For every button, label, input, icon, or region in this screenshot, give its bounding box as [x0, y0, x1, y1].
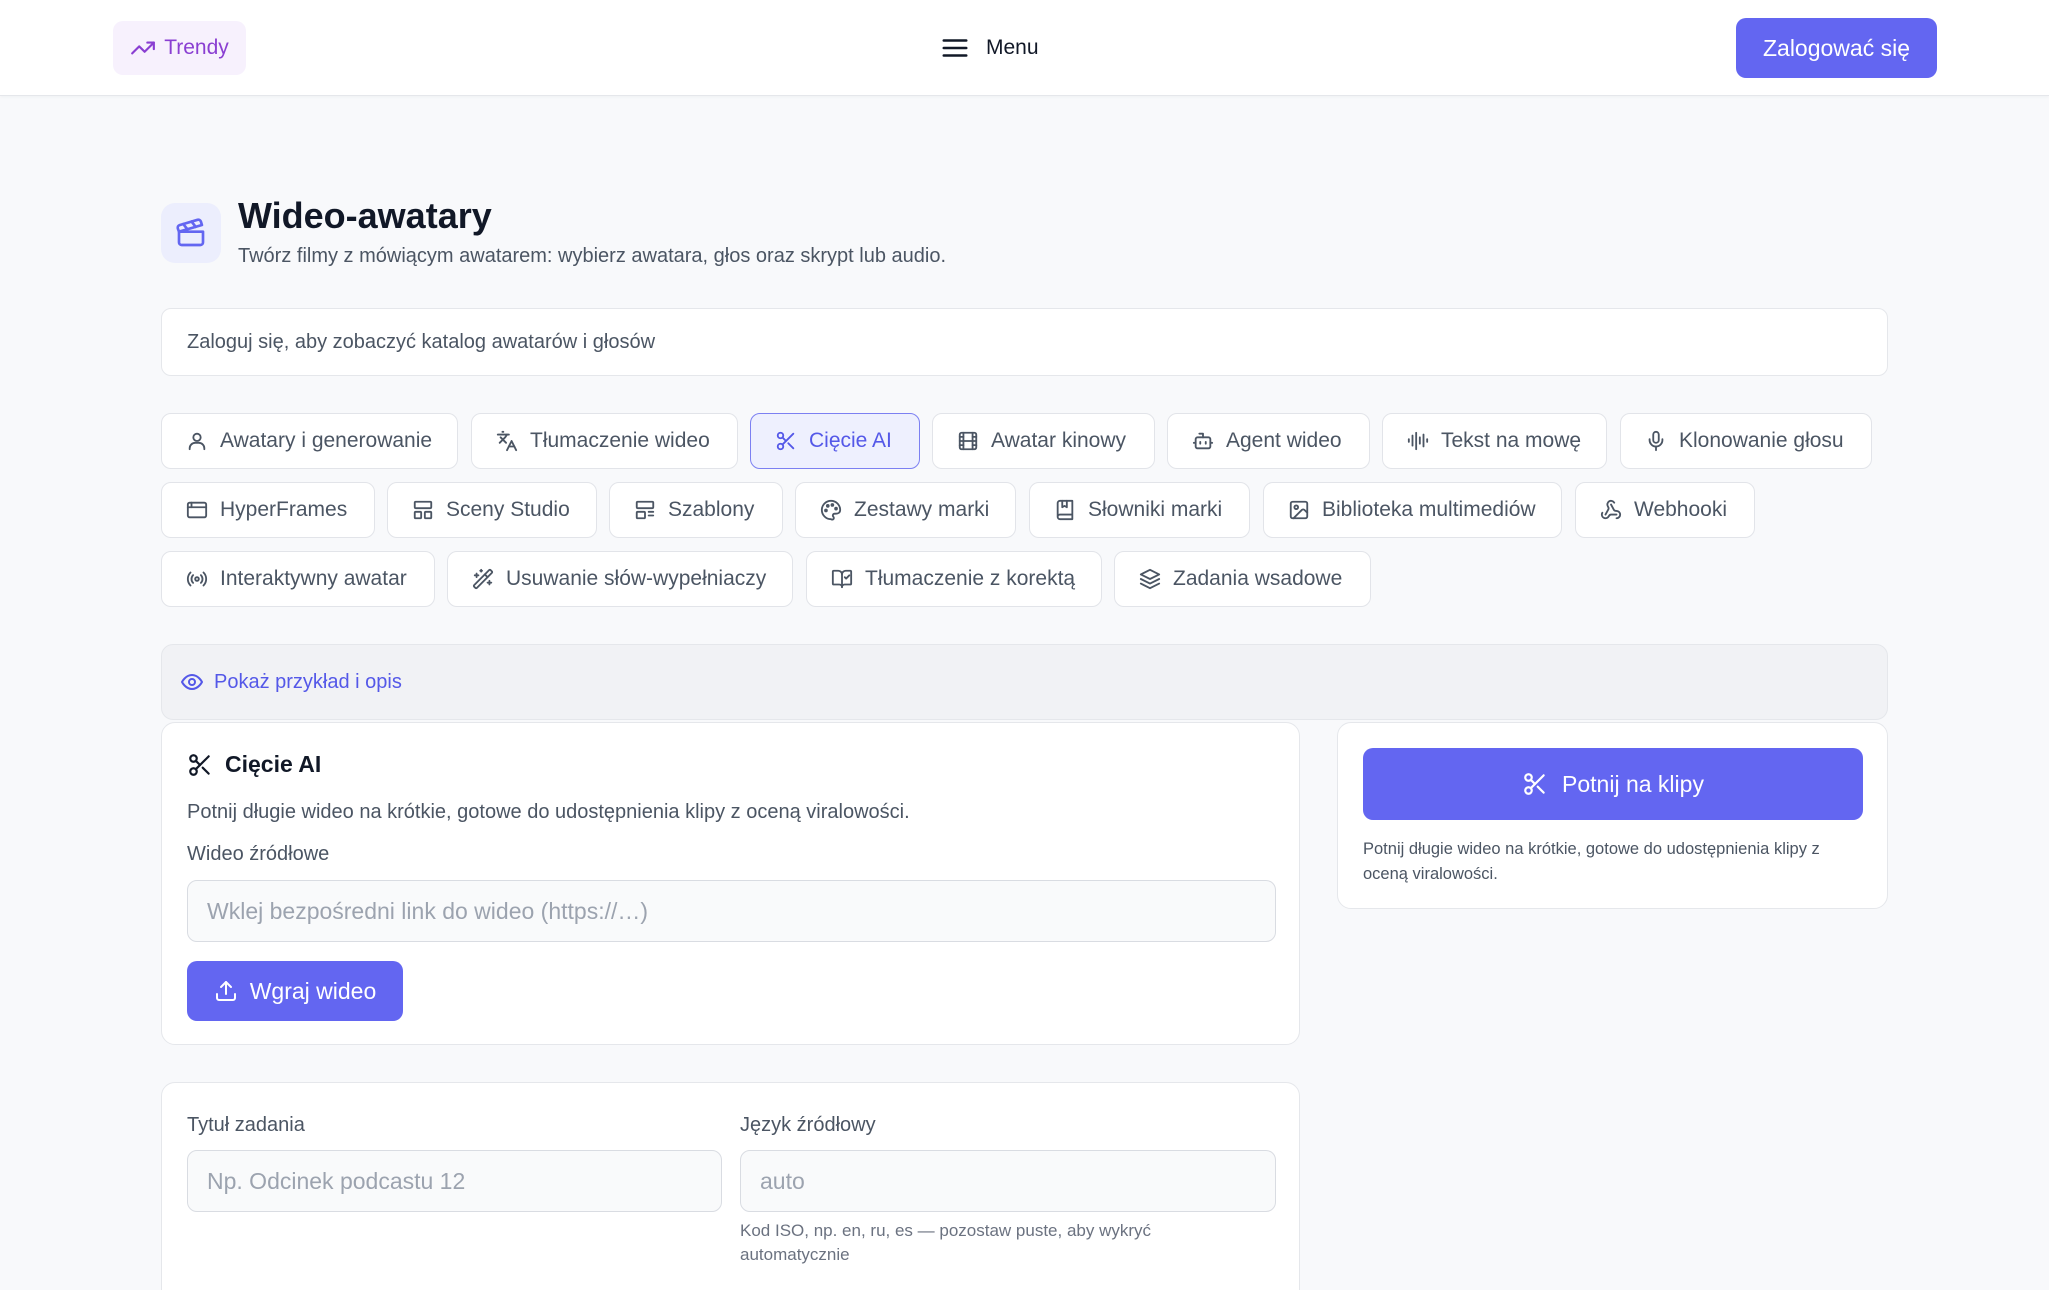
page-title: Wideo-awatary: [238, 195, 492, 236]
upload-video-button[interactable]: Wgraj wideo: [187, 961, 403, 1021]
tab-video-agent[interactable]: Agent wideo: [1167, 413, 1370, 469]
template-icon: [634, 499, 656, 521]
job-title-input[interactable]: [187, 1150, 722, 1212]
tab-label: Sceny Studio: [446, 498, 570, 521]
tab-label: Awatary i generowanie: [220, 429, 433, 452]
action-card: Potnij na klipy Potnij długie wideo na k…: [1337, 722, 1888, 909]
source-video-label: Wideo źródłowe: [187, 843, 330, 865]
tab-label: Zadania wsadowe: [1173, 567, 1343, 590]
tab-label: Agent wideo: [1226, 429, 1342, 452]
cut-into-clips-label: Potnij na klipy: [1562, 770, 1704, 797]
tab-templates[interactable]: Szablony: [609, 482, 783, 538]
microphone-icon: [1645, 430, 1667, 452]
source-language-label: Język źródłowy: [740, 1114, 876, 1136]
broadcast-icon: [186, 568, 208, 590]
tab-text-to-speech[interactable]: Tekst na mowę: [1382, 413, 1607, 469]
tab-media-library[interactable]: Biblioteka multimediów: [1263, 482, 1562, 538]
browser-window-icon: [186, 499, 208, 521]
bot-icon: [1192, 430, 1214, 452]
tab-filler-word-removal[interactable]: Usuwanie słów-wypełniaczy: [447, 551, 793, 607]
tab-translation-with-review[interactable]: Tłumaczenie z korektą: [806, 551, 1102, 607]
tab-label: Tłumaczenie z korektą: [865, 567, 1076, 590]
tab-cinematic-avatar[interactable]: Awatar kinowy: [932, 413, 1155, 469]
job-title-label: Tytuł zadania: [187, 1114, 305, 1136]
trends-button[interactable]: Trendy: [113, 21, 246, 75]
tab-label: Klonowanie głosu: [1679, 429, 1844, 452]
tab-label: Zestawy marki: [854, 498, 990, 521]
show-example-label: Pokaż przykład i opis: [214, 670, 402, 693]
eye-icon: [180, 670, 204, 694]
hamburger-icon: [940, 33, 970, 63]
login-button[interactable]: Zalogować się: [1736, 18, 1937, 78]
scissors-icon: [775, 430, 797, 452]
palette-icon: [820, 499, 842, 521]
book-icon: [1054, 499, 1076, 521]
scissors-icon: [1522, 771, 1548, 797]
tab-video-translation[interactable]: Tłumaczenie wideo: [471, 413, 738, 469]
source-language-input[interactable]: [740, 1150, 1276, 1212]
user-icon: [186, 430, 208, 452]
tab-interactive-avatar[interactable]: Interaktywny awatar: [161, 551, 435, 607]
tab-batch-jobs[interactable]: Zadania wsadowe: [1114, 551, 1371, 607]
card-description: Potnij długie wideo na krótkie, gotowe d…: [187, 801, 910, 823]
top-bar: Trendy Menu Zalogować się: [0, 0, 2049, 96]
tab-label: Słowniki marki: [1088, 498, 1223, 521]
tab-label: Usuwanie słów-wypełniaczy: [506, 567, 767, 590]
tab-brand-kits[interactable]: Zestawy marki: [795, 482, 1016, 538]
tab-ai-cutting[interactable]: Cięcie AI: [750, 413, 920, 469]
upload-video-label: Wgraj wideo: [249, 977, 377, 1004]
source-language-hint: Kod ISO, np. en, ru, es — pozostaw puste…: [740, 1221, 1152, 1264]
ai-cutting-card: Cięcie AI Potnij długie wideo na krótkie…: [161, 722, 1300, 1045]
clapperboard-icon: [161, 203, 221, 263]
card-title-label: Cięcie AI: [225, 751, 322, 777]
page-subtitle: Twórz filmy z mówiącym awatarem: wybierz…: [238, 245, 947, 267]
trends-label: Trendy: [164, 36, 229, 59]
image-icon: [1288, 499, 1310, 521]
tab-label: Biblioteka multimediów: [1322, 498, 1536, 521]
tab-brand-dictionaries[interactable]: Słowniki marki: [1029, 482, 1250, 538]
job-details-card: Tytuł zadania Język źródłowy Kod ISO, np…: [161, 1082, 1300, 1290]
layers-icon: [1139, 568, 1161, 590]
scissors-icon: [187, 752, 213, 778]
action-description: Potnij długie wideo na krótkie, gotowe d…: [1363, 840, 1820, 883]
tab-label: Tekst na mowę: [1441, 429, 1582, 452]
login-notice: Zaloguj się, aby zobaczyć katalog awatar…: [161, 308, 1888, 376]
tab-webhooks[interactable]: Webhooki: [1575, 482, 1755, 538]
tab-label: Awatar kinowy: [991, 429, 1127, 452]
tab-label: Interaktywny awatar: [220, 567, 407, 590]
menu-button[interactable]: Menu: [940, 30, 1039, 66]
tab-hyperframes[interactable]: HyperFrames: [161, 482, 375, 538]
upload-icon: [214, 979, 238, 1003]
cut-into-clips-button[interactable]: Potnij na klipy: [1363, 748, 1863, 820]
tab-voice-cloning[interactable]: Klonowanie głosu: [1620, 413, 1872, 469]
layout-icon: [412, 499, 434, 521]
tab-label: HyperFrames: [220, 498, 348, 521]
menu-label: Menu: [986, 36, 1039, 59]
show-example-toggle[interactable]: Pokaż przykład i opis: [161, 644, 1888, 720]
tab-label: Webhooki: [1634, 498, 1728, 521]
magic-wand-icon: [472, 568, 494, 590]
tab-label: Cięcie AI: [809, 429, 892, 452]
tab-label: Szablony: [668, 498, 755, 521]
book-check-icon: [831, 568, 853, 590]
card-title: Cięcie AI: [187, 751, 321, 778]
audio-wave-icon: [1407, 430, 1429, 452]
trending-up-icon: [130, 35, 156, 61]
tab-avatars[interactable]: Awatary i generowanie: [161, 413, 458, 469]
webhook-icon: [1600, 499, 1622, 521]
tab-label: Tłumaczenie wideo: [530, 429, 710, 452]
film-icon: [957, 430, 979, 452]
tab-studio-scenes[interactable]: Sceny Studio: [387, 482, 597, 538]
source-video-url-input[interactable]: [187, 880, 1276, 942]
translate-icon: [496, 430, 518, 452]
